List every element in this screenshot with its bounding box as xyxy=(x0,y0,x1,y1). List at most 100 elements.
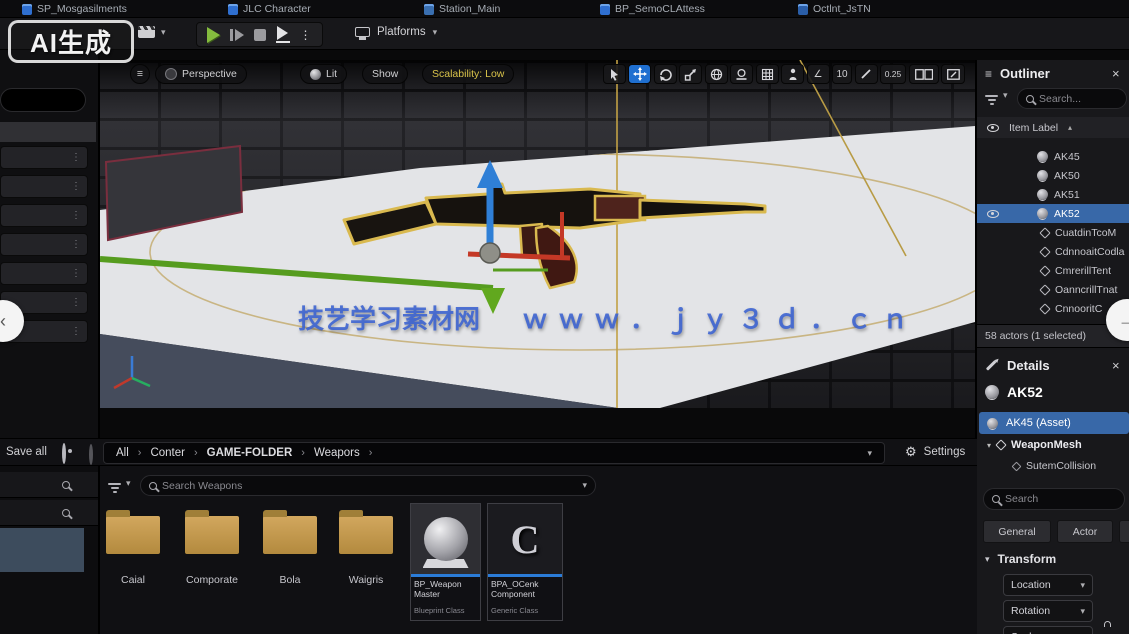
content-filter-button[interactable]: ▾ xyxy=(108,478,131,489)
transform-title: Transform xyxy=(998,552,1057,566)
outliner-row-selected[interactable]: AK52 xyxy=(977,204,1129,223)
save-all-button[interactable]: Save all xyxy=(6,446,47,458)
dock-target-icon[interactable] xyxy=(62,443,66,464)
select-tool[interactable] xyxy=(603,64,626,84)
breadcrumb-sep: › xyxy=(138,447,142,459)
scale-dropdown[interactable]: Scale▾ xyxy=(1003,626,1093,634)
left-list-item[interactable]: ⋮ xyxy=(0,204,88,227)
scale-snap-value[interactable]: 0.25 xyxy=(880,64,906,84)
more-options-icon[interactable]: ⋮ xyxy=(300,28,312,42)
move-tool[interactable] xyxy=(628,64,651,84)
left-panel-field[interactable] xyxy=(0,88,86,112)
outliner-column-header[interactable]: Item Label ▴ xyxy=(977,117,1129,138)
surface-snap-toggle[interactable] xyxy=(730,64,753,84)
collision-component-icon xyxy=(1012,461,1022,471)
tab-label: Station_Main xyxy=(439,3,500,15)
expand-icon[interactable]: ▾ xyxy=(987,441,991,450)
stop-button[interactable] xyxy=(254,29,266,41)
frame-skip-button[interactable] xyxy=(230,29,244,41)
breadcrumb-game-folder[interactable]: GAME-FOLDER xyxy=(207,447,293,459)
asset-type: Blueprint Class xyxy=(411,605,480,616)
scale-snap-toggle[interactable] xyxy=(855,64,878,84)
folder-tile[interactable] xyxy=(262,515,318,555)
tab-blueprint-1[interactable]: SP_Mosgasilments xyxy=(22,0,127,18)
search-placeholder: Search Weapons xyxy=(162,480,242,492)
folder-tile[interactable] xyxy=(105,515,161,555)
grid-snap-toggle[interactable] xyxy=(756,64,779,84)
viewport-options-button[interactable]: ≡ xyxy=(130,64,150,84)
outliner-row[interactable]: CdnnoaitCodla xyxy=(977,242,1129,261)
show-button[interactable]: Show xyxy=(362,64,408,84)
settings-button[interactable]: ⚙ Settings xyxy=(905,444,965,460)
transform-section-header[interactable]: ▾ Transform xyxy=(985,552,1056,566)
folder-label[interactable]: Waigris xyxy=(326,574,406,586)
left-list-item[interactable]: ⋮ xyxy=(0,146,88,169)
close-icon[interactable]: × xyxy=(1112,358,1120,373)
dock-circle-icon[interactable] xyxy=(89,444,93,465)
outliner-row[interactable]: CuatdinTcoM xyxy=(977,223,1129,242)
folder-label[interactable]: Caial xyxy=(93,574,173,586)
close-icon[interactable]: × xyxy=(1112,66,1120,81)
advance-button[interactable] xyxy=(276,26,290,43)
play-button[interactable] xyxy=(207,27,220,43)
sources-search-row[interactable] xyxy=(0,500,98,526)
sources-search-row[interactable] xyxy=(0,472,98,498)
component-row-selected[interactable]: AK45 (Asset) xyxy=(979,412,1129,434)
filter-actor-button[interactable]: Actor xyxy=(1057,520,1113,543)
rotate-tool[interactable] xyxy=(654,64,677,84)
outliner-filter-button[interactable]: ▾ xyxy=(985,90,1008,101)
world-space-toggle[interactable] xyxy=(705,64,728,84)
breadcrumb-all[interactable]: All xyxy=(116,447,129,459)
blueprint-icon xyxy=(22,4,32,15)
outliner-search-input[interactable]: Search... xyxy=(1017,88,1127,109)
location-dropdown[interactable]: Location▾ xyxy=(1003,574,1093,596)
viewport-layout-button[interactable] xyxy=(909,64,939,84)
search-icon xyxy=(992,495,1000,503)
breadcrumb-content[interactable]: Conter xyxy=(150,447,185,459)
platforms-button[interactable]: Platforms ▾ xyxy=(355,26,437,38)
outliner-row[interactable]: CmrerillTent xyxy=(977,261,1129,280)
filter-more-button[interactable] xyxy=(1119,520,1129,543)
tab-blueprint-3[interactable]: BP_SemoCLAttess xyxy=(600,0,705,18)
rotation-dropdown[interactable]: Rotation▾ xyxy=(1003,600,1093,622)
cinematics-button[interactable]: ▾ xyxy=(138,26,166,38)
scale-tool[interactable] xyxy=(679,64,702,84)
scalability-warning[interactable]: Scalability: Low xyxy=(422,64,514,84)
sources-selected-item[interactable] xyxy=(0,528,84,572)
chevron-down-icon[interactable]: ▾ xyxy=(867,448,872,459)
row-label: CdnnoaitCodla xyxy=(1055,246,1124,258)
outliner-row[interactable]: AK50 xyxy=(977,166,1129,185)
outliner-row[interactable]: AK51 xyxy=(977,185,1129,204)
folder-tile[interactable] xyxy=(184,515,240,555)
dots-icon: ⋮ xyxy=(71,326,81,337)
left-list-item[interactable]: ⋮ xyxy=(0,262,88,285)
rotation-snap-toggle[interactable]: ∠ xyxy=(807,64,830,84)
folder-tile[interactable] xyxy=(338,515,394,555)
filter-general-button[interactable]: General xyxy=(983,520,1051,543)
outliner-row[interactable]: AK45 xyxy=(977,147,1129,166)
lit-mode-button[interactable]: Lit xyxy=(300,64,347,84)
chevron-down-icon: ▾ xyxy=(433,27,438,38)
eye-icon[interactable] xyxy=(987,210,999,218)
left-list-item[interactable]: ⋮ xyxy=(0,175,88,198)
left-list-item[interactable]: ⋮ xyxy=(0,233,88,256)
tab-level[interactable]: Station_Main xyxy=(424,0,500,18)
tab-blueprint-2[interactable]: JLC Character xyxy=(228,0,311,18)
item-label-header: Item Label xyxy=(1009,122,1058,134)
actor-snap-toggle[interactable] xyxy=(781,64,804,84)
component-row-root[interactable]: ▾ WeaponMesh xyxy=(987,439,1082,451)
outliner-row[interactable]: OanncrillTnat xyxy=(977,280,1129,299)
asset-tile-blueprint[interactable]: BP_Weapon Master Blueprint Class xyxy=(410,503,481,621)
viewport-3d[interactable]: ≡ Perspective Lit Show Scalability: Low … xyxy=(100,60,975,408)
content-search-input[interactable]: Search Weapons ▾ xyxy=(140,475,596,496)
details-search-input[interactable]: Search xyxy=(983,488,1125,510)
perspective-button[interactable]: Perspective xyxy=(155,64,247,84)
maximize-viewport-button[interactable] xyxy=(941,64,965,84)
asset-tile-component[interactable]: C BPA_OCenk Component Generic Class xyxy=(487,503,563,621)
folder-label[interactable]: Comporate xyxy=(172,574,252,586)
rotation-snap-value[interactable]: 10 xyxy=(832,64,852,84)
component-row-child[interactable]: SutemCollision xyxy=(1013,460,1096,472)
breadcrumb-weapons[interactable]: Weapors xyxy=(314,447,360,459)
tab-blueprint-4[interactable]: Octlnt_JsTN xyxy=(798,0,871,18)
folder-label[interactable]: Bola xyxy=(250,574,330,586)
